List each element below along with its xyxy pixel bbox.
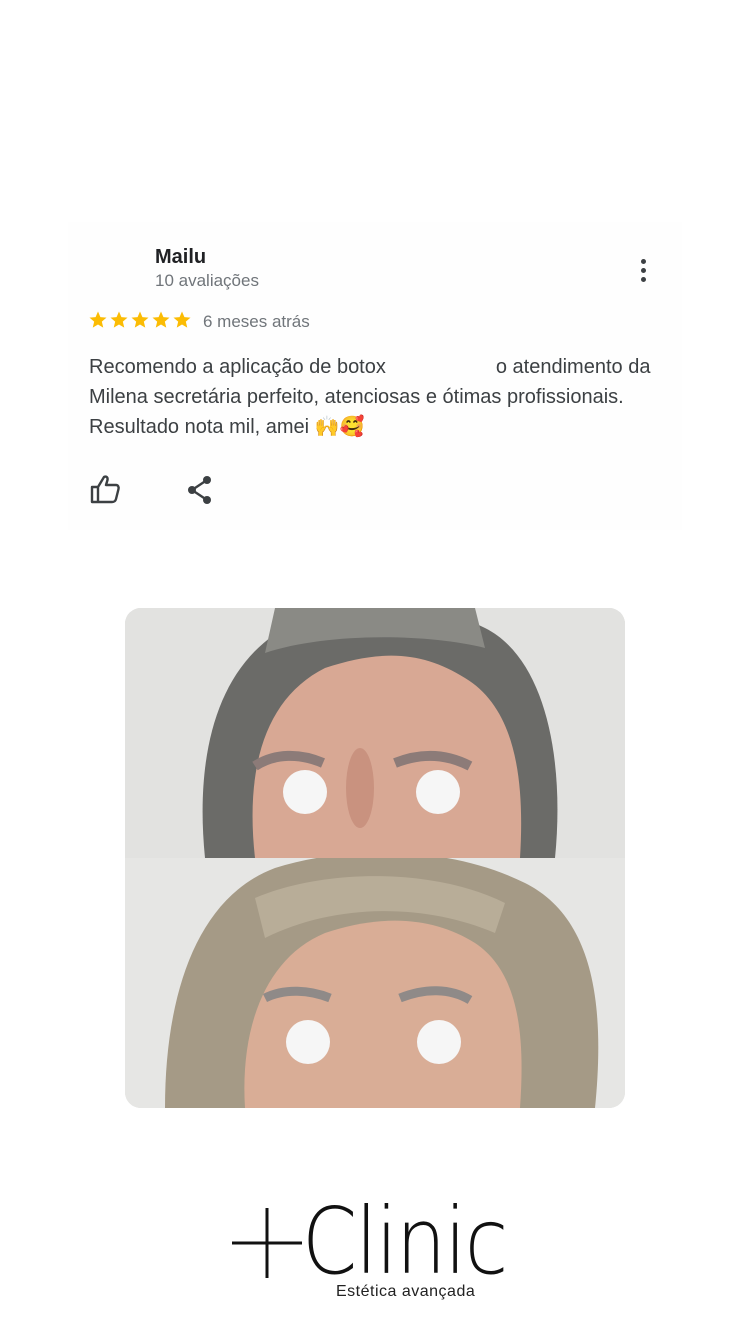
- thumbs-up-icon: [90, 475, 120, 504]
- more-options-button[interactable]: [632, 254, 654, 286]
- after-photo: [125, 858, 625, 1108]
- before-after-photo: [125, 608, 625, 1108]
- star-icon: [173, 311, 191, 328]
- brand-tagline: Estética avançada: [336, 1283, 476, 1300]
- star-icon: [110, 311, 128, 328]
- star-icon: [131, 311, 149, 328]
- plus-logo-icon: [232, 1208, 302, 1278]
- brand-name: Clinic: [302, 1188, 508, 1295]
- share-icon: [188, 476, 211, 504]
- reviewer-name[interactable]: Mailu: [155, 246, 206, 269]
- more-vert-dot: [640, 267, 646, 273]
- reviewer-review-count: 10 avaliações: [155, 271, 259, 290]
- before-photo: [125, 608, 625, 858]
- like-button[interactable]: [89, 474, 121, 504]
- more-vert-dot: [640, 276, 646, 282]
- review-time: 6 meses atrás: [203, 312, 310, 331]
- review-text-part1: Recomendo a aplicação de botox: [89, 356, 386, 378]
- star-icon: [152, 311, 170, 328]
- star-icon: [89, 311, 107, 328]
- star-rating: [88, 310, 192, 330]
- review-text: Recomendo a aplicação de botox o atendime…: [89, 352, 669, 442]
- share-button[interactable]: [186, 475, 214, 505]
- more-vert-icon: [640, 258, 646, 264]
